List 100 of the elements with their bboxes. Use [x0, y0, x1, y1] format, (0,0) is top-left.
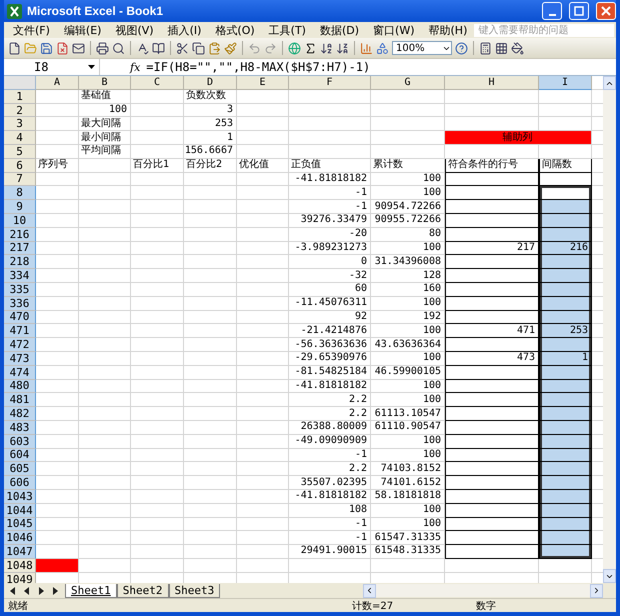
menu-item[interactable]: 帮助(H) [422, 22, 474, 38]
row-header[interactable]: 218 [4, 255, 36, 270]
row-header[interactable]: 472 [4, 338, 36, 352]
table-cell: -41.81818182 [289, 380, 371, 394]
paintbrush-icon[interactable] [224, 42, 237, 54]
help-search-field[interactable]: 键入需要帮助的问题 [474, 24, 614, 36]
column-header[interactable]: H [445, 76, 539, 90]
table-cell: -41.81818182 [289, 172, 371, 186]
column-header[interactable]: G [371, 76, 445, 90]
column-header[interactable]: F [289, 76, 371, 90]
table-cell: 473 [445, 352, 539, 366]
sheet-tab[interactable]: Sheet2 [116, 584, 168, 598]
menu-item[interactable]: 文件(F) [6, 22, 57, 38]
scroll-right-icon[interactable] [592, 586, 601, 595]
vertical-scrollbar[interactable] [603, 76, 616, 583]
row-header[interactable]: 604 [4, 448, 36, 462]
row-header[interactable]: 482 [4, 407, 36, 421]
row-header[interactable]: 8 [4, 186, 36, 200]
scroll-left-icon[interactable] [365, 586, 374, 595]
previous-sheet-icon[interactable] [22, 586, 31, 596]
row-header[interactable]: 1044 [4, 504, 36, 518]
chart-icon[interactable] [360, 42, 373, 54]
table-cell: 90955.72266 [371, 214, 445, 228]
new-file-icon[interactable] [8, 42, 21, 54]
row-header[interactable]: 474 [4, 366, 36, 380]
row-header[interactable]: 483 [4, 420, 36, 435]
row-header[interactable]: 606 [4, 476, 36, 490]
row-header[interactable]: 3 [4, 117, 36, 132]
column-header[interactable]: I [539, 76, 592, 90]
menu-item[interactable]: 工具(T) [262, 22, 313, 38]
fill-color-icon[interactable] [511, 42, 524, 54]
name-box[interactable]: I8 [4, 59, 100, 75]
row-header[interactable]: 470 [4, 310, 36, 324]
column-header[interactable]: C [131, 76, 184, 90]
row-header[interactable]: 1049 [4, 572, 36, 583]
first-sheet-icon[interactable] [8, 586, 17, 596]
mail-icon[interactable] [72, 42, 85, 54]
row-header[interactable]: 4 [4, 131, 36, 145]
save-icon[interactable] [40, 42, 53, 54]
row-header[interactable]: 6 [4, 158, 36, 173]
calculator-icon[interactable] [479, 42, 492, 54]
maximize-button[interactable] [569, 2, 589, 20]
menu-item[interactable]: 视图(V) [108, 22, 161, 38]
row-header[interactable]: 1047 [4, 545, 36, 559]
row-header[interactable]: 217 [4, 242, 36, 256]
borders-icon[interactable] [495, 42, 508, 54]
row-header[interactable]: 480 [4, 380, 36, 394]
row-header[interactable]: 1043 [4, 490, 36, 504]
help-icon[interactable] [455, 42, 468, 54]
horizontal-scrollbar[interactable] [363, 584, 603, 597]
sort-descending-icon[interactable] [336, 42, 349, 54]
print-preview-icon[interactable] [112, 42, 125, 54]
next-sheet-icon[interactable] [36, 586, 45, 596]
column-header[interactable]: B [79, 76, 131, 90]
menu-item[interactable]: 插入(I) [160, 22, 208, 38]
table-cell: 58.18181818 [371, 490, 445, 504]
row-header[interactable]: 336 [4, 296, 36, 311]
menu-item[interactable]: 编辑(E) [56, 22, 108, 38]
table-cell: -41.81818182 [289, 490, 371, 504]
row-header[interactable]: 1046 [4, 531, 36, 546]
minimize-button[interactable] [542, 2, 562, 20]
shapes-icon[interactable] [376, 42, 389, 54]
row-header[interactable]: 216 [4, 228, 36, 242]
row-header[interactable]: 5 [4, 144, 36, 159]
row-header[interactable]: 471 [4, 324, 36, 338]
sum-icon[interactable] [304, 42, 317, 54]
scissors-icon[interactable] [176, 42, 189, 54]
spellcheck-icon[interactable] [136, 42, 149, 54]
row-header[interactable]: 334 [4, 269, 36, 283]
formula-field[interactable]: =IF(H8="","",H8-MAX($H$7:H7)-1) [146, 60, 370, 74]
copy-icon[interactable] [192, 42, 205, 54]
table-cell: 100 [371, 434, 445, 449]
row-header[interactable]: 10 [4, 214, 36, 228]
column-header[interactable]: D [184, 76, 237, 90]
row-header[interactable]: 1048 [4, 558, 36, 573]
file-icon[interactable] [56, 42, 69, 54]
book-icon[interactable] [152, 42, 165, 54]
sort-ascending-icon[interactable] [320, 42, 333, 54]
row-header[interactable]: 481 [4, 393, 36, 408]
sheet-tab[interactable]: Sheet1 [65, 584, 117, 598]
row-header[interactable]: 2 [4, 104, 36, 118]
menu-item[interactable]: 格式(O) [208, 22, 262, 38]
menu-item[interactable]: 数据(D) [312, 22, 366, 38]
menu-item[interactable]: 窗口(W) [366, 22, 422, 38]
last-sheet-icon[interactable] [50, 586, 59, 596]
close-button[interactable] [596, 2, 616, 20]
row-header[interactable]: 1 [4, 90, 36, 104]
row-header[interactable]: 9 [4, 200, 36, 214]
printer-icon[interactable] [96, 42, 109, 54]
row-header[interactable]: 603 [4, 434, 36, 449]
row-header[interactable]: 335 [4, 282, 36, 297]
row-header[interactable]: 605 [4, 462, 36, 476]
zoom-dropdown[interactable]: 100% [392, 41, 452, 55]
column-header[interactable]: E [237, 76, 289, 90]
row-header[interactable]: 7 [4, 172, 36, 186]
row-header[interactable]: 1045 [4, 518, 36, 532]
row-header[interactable]: 473 [4, 352, 36, 366]
column-header[interactable]: A [36, 76, 79, 90]
function-button[interactable]: fx [100, 60, 146, 74]
sheet-tab[interactable]: Sheet3 [168, 584, 220, 598]
